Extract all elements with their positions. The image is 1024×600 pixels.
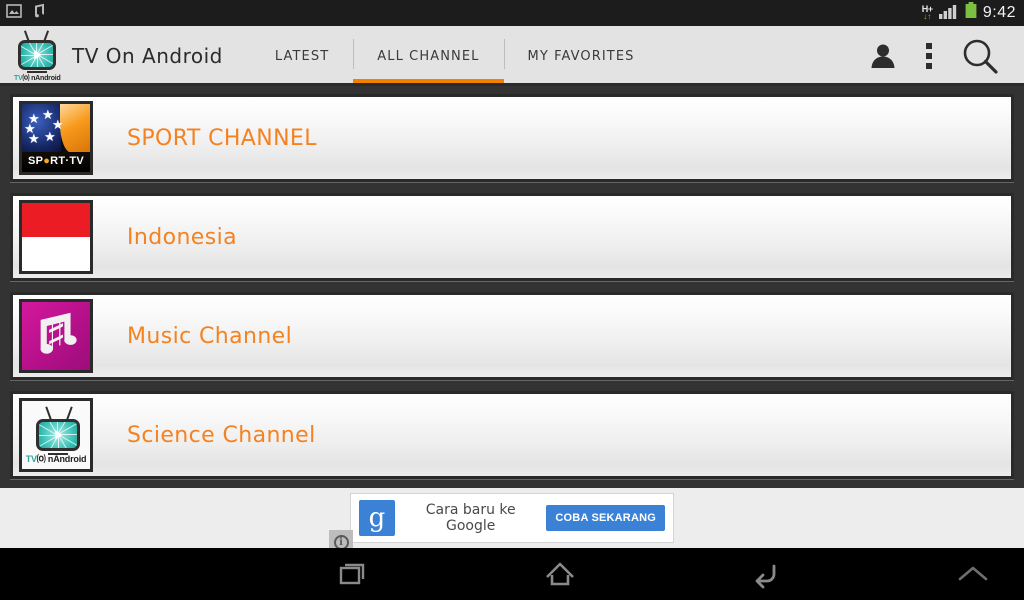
tv-screen-shape — [18, 40, 56, 70]
network-type-icon: H+ ↓↑ — [922, 5, 933, 21]
thumb-caption: TV⒪ nAndroid — [22, 452, 90, 465]
status-bar-system: H+ ↓↑ 9:42 — [922, 2, 1016, 24]
expand-up-button[interactable] — [950, 559, 996, 589]
thumb-caption-on: ⒪ n — [36, 454, 54, 464]
music-note-icon — [30, 3, 46, 24]
home-button[interactable] — [537, 551, 583, 597]
logo-caption: TV⒪ nAndroid — [14, 73, 61, 83]
battery-icon — [965, 2, 977, 24]
action-bar: TV⒪ nAndroid TV On Android LATEST ALL CH… — [0, 26, 1024, 86]
profile-icon[interactable] — [868, 41, 898, 71]
status-bar: H+ ↓↑ 9:42 — [0, 0, 1024, 26]
tab-latest[interactable]: LATEST — [251, 26, 353, 86]
navigation-bar — [0, 548, 1024, 600]
network-arrows: ↓↑ — [923, 12, 932, 21]
tab-my-favorites-label: MY FAVORITES — [527, 48, 635, 64]
thumb-caption: SP●RT·TV — [27, 155, 85, 167]
music-note-glyph — [40, 312, 77, 354]
list-item[interactable]: TV⒪ nAndroid Science Channel — [10, 391, 1014, 479]
recents-button[interactable] — [330, 551, 376, 597]
channel-list[interactable]: ★ ★ ★ ★ ★ ★ SP●RT·TV SPORT CHANNEL Indon… — [0, 86, 1024, 488]
status-bar-notifications — [6, 3, 46, 24]
logo-caption-android: Android — [35, 75, 61, 82]
action-bar-actions — [868, 26, 1024, 86]
overflow-dot-2 — [926, 53, 932, 59]
overflow-dot-3 — [926, 63, 932, 69]
list-item-label: Indonesia — [127, 224, 237, 250]
thumb-caption-tv: TV — [25, 454, 37, 464]
overflow-menu-icon[interactable] — [926, 43, 932, 69]
back-button[interactable] — [743, 551, 789, 597]
star-glyph: ★ — [44, 129, 56, 144]
tv-on-android-thumbnail: TV⒪ nAndroid — [19, 398, 93, 472]
play-triangle — [34, 50, 42, 60]
tv-screen-shape — [36, 419, 80, 451]
music-note-thumbnail: ♯ — [19, 299, 93, 373]
thumb-caption-android: Android — [53, 454, 87, 464]
star-glyph: ★ — [24, 121, 36, 136]
list-item[interactable]: Indonesia — [10, 193, 1014, 281]
tab-all-channel-label: ALL CHANNEL — [377, 48, 480, 64]
ad-banner[interactable]: g Cara baru ke Google COBA SEKARANG i — [329, 493, 674, 554]
signal-bars-icon — [938, 3, 959, 24]
ad-text: Cara baru ke Google — [425, 502, 516, 534]
page-title: TV On Android — [72, 44, 223, 68]
indonesia-flag-thumbnail — [19, 200, 93, 274]
list-item-label: Science Channel — [127, 422, 316, 448]
list-item-label: SPORT CHANNEL — [127, 125, 317, 151]
flag-white-band — [22, 237, 90, 271]
android-app-screen: H+ ↓↑ 9:42 TV⒪ nAndroid TV On Android LA… — [0, 0, 1024, 600]
app-logo-icon: TV⒪ nAndroid — [14, 30, 61, 83]
logo-caption-on: ⒪ n — [22, 75, 36, 82]
list-item[interactable]: ♯ Music Channel — [10, 292, 1014, 380]
list-item[interactable]: ★ ★ ★ ★ ★ ★ SP●RT·TV SPORT CHANNEL — [10, 94, 1014, 182]
search-icon[interactable] — [960, 36, 1000, 76]
play-triangle — [55, 430, 63, 440]
sport-tv-thumbnail: ★ ★ ★ ★ ★ ★ SP●RT·TV — [19, 101, 93, 175]
google-logo-icon: g — [359, 500, 395, 536]
list-item-label: Music Channel — [127, 323, 293, 349]
thumb-orange-field — [60, 104, 90, 153]
tab-bar: LATEST ALL CHANNEL MY FAVORITES — [251, 26, 659, 86]
status-bar-clock: 9:42 — [982, 4, 1016, 21]
ad-cta-button[interactable]: COBA SEKARANG — [546, 505, 665, 531]
ad-zone: g Cara baru ke Google COBA SEKARANG i — [0, 488, 1024, 554]
gallery-image-icon — [6, 3, 22, 24]
tab-latest-label: LATEST — [274, 48, 330, 64]
logo-caption-tv: TV — [14, 75, 23, 82]
tab-all-channel[interactable]: ALL CHANNEL — [353, 26, 504, 86]
overflow-dot-1 — [926, 43, 932, 49]
flag-red-band — [22, 203, 90, 237]
tab-my-favorites[interactable]: MY FAVORITES — [503, 26, 659, 86]
app-brand: TV⒪ nAndroid TV On Android — [0, 26, 223, 86]
